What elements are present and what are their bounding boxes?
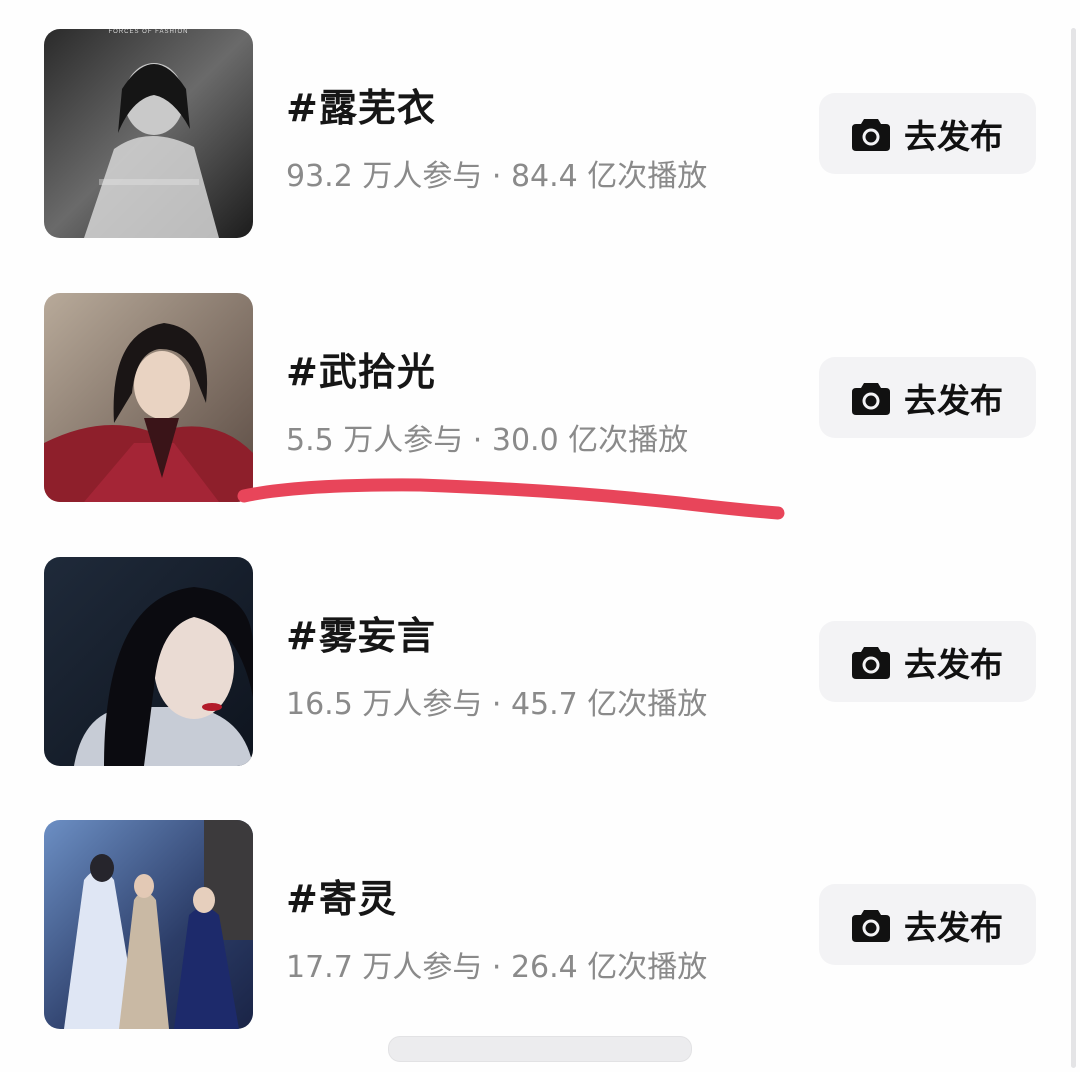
camera-icon [852, 118, 890, 151]
topic-stats: 16.5 万人参与 · 45.7 亿次播放 [286, 687, 708, 722]
portrait-image [44, 557, 253, 766]
publish-button[interactable]: 去发布 [819, 884, 1036, 965]
topic-thumbnail[interactable] [44, 820, 253, 1029]
publish-label: 去发布 [904, 644, 1003, 684]
scene-image [44, 820, 253, 1029]
topic-thumbnail[interactable] [44, 557, 253, 766]
topic-title[interactable]: #雾妄言 [286, 605, 436, 660]
publish-button[interactable]: 去发布 [819, 93, 1036, 174]
topic-list-page: FORCES OF FASHION #露芜衣 93.2 万人参与 · 84.4 … [0, 0, 1080, 1072]
publish-button[interactable]: 去发布 [819, 357, 1036, 438]
topic-row[interactable]: #武拾光 5.5 万人参与 · 30.0 亿次播放 去发布 [0, 293, 1080, 505]
scrollbar[interactable] [1071, 28, 1076, 1068]
topic-row[interactable]: #雾妄言 16.5 万人参与 · 45.7 亿次播放 去发布 [0, 557, 1080, 769]
publish-label: 去发布 [904, 907, 1003, 947]
publish-label: 去发布 [904, 380, 1003, 420]
topic-stats: 93.2 万人参与 · 84.4 亿次播放 [286, 159, 708, 194]
camera-icon [852, 646, 890, 679]
topic-row[interactable]: FORCES OF FASHION #露芜衣 93.2 万人参与 · 84.4 … [0, 29, 1080, 241]
home-indicator[interactable] [388, 1036, 692, 1062]
topic-thumbnail[interactable]: FORCES OF FASHION [44, 29, 253, 238]
publish-button[interactable]: 去发布 [819, 621, 1036, 702]
topic-title[interactable]: #寄灵 [286, 868, 397, 923]
topic-stats: 5.5 万人参与 · 30.0 亿次播放 [286, 423, 689, 458]
portrait-image [44, 29, 253, 238]
camera-icon [852, 909, 890, 942]
topic-stats: 17.7 万人参与 · 26.4 亿次播放 [286, 950, 708, 985]
camera-icon [852, 382, 890, 415]
portrait-image [44, 293, 253, 502]
topic-row[interactable]: #寄灵 17.7 万人参与 · 26.4 亿次播放 去发布 [0, 820, 1080, 1032]
publish-label: 去发布 [904, 116, 1003, 156]
topic-title[interactable]: #武拾光 [286, 341, 436, 396]
topic-title[interactable]: #露芜衣 [286, 77, 436, 132]
thumb-caption: FORCES OF FASHION [108, 29, 189, 35]
topic-thumbnail[interactable] [44, 293, 253, 502]
